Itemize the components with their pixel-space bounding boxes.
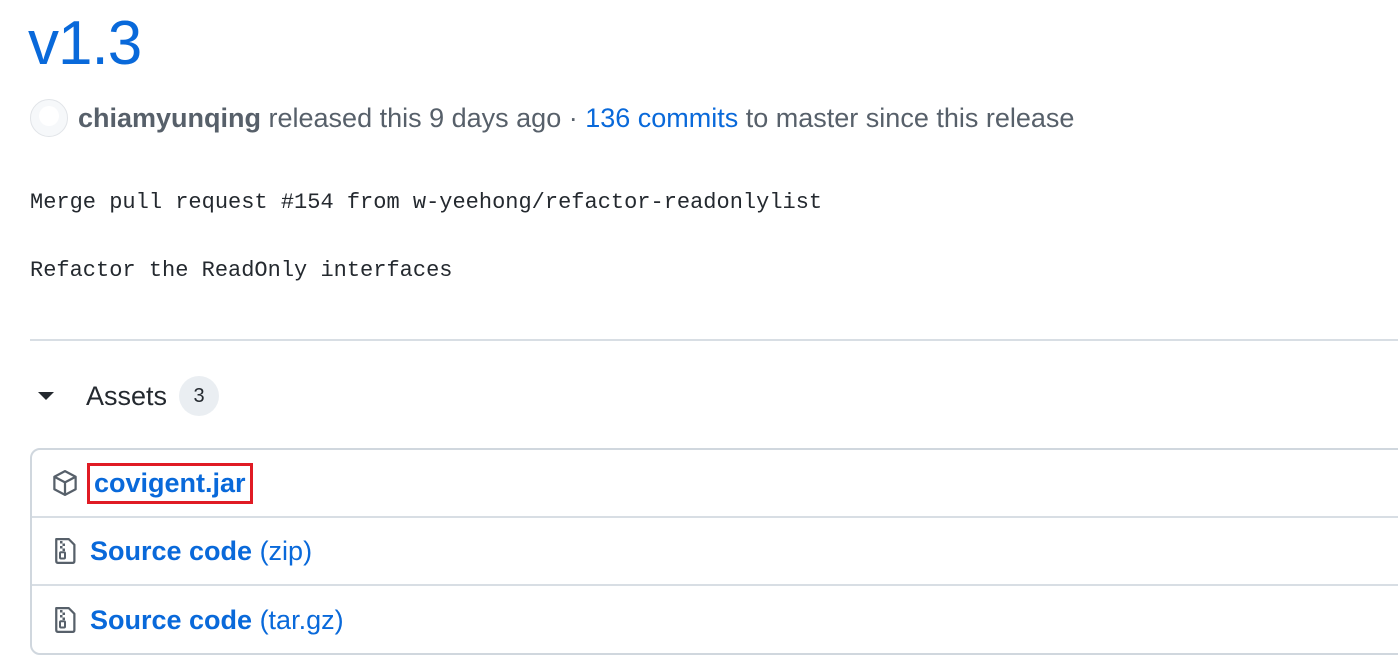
caret-down-icon (38, 392, 54, 400)
divider (30, 339, 1398, 341)
asset-name: covigent.jar (94, 467, 246, 498)
release-title[interactable]: v1.3 (28, 6, 142, 82)
asset-suffix: (tar.gz) (252, 604, 344, 635)
asset-row: covigent.jar (32, 450, 1398, 518)
asset-row: Source code (zip) (32, 518, 1398, 586)
released-text: released this 9 days ago · (261, 102, 586, 133)
file-zip-icon (55, 607, 76, 633)
commits-link[interactable]: 136 commits (585, 103, 738, 134)
assets-label: Assets (86, 380, 168, 411)
assets-toggle[interactable]: Assets 3 (30, 373, 220, 419)
asset-link-source-zip[interactable]: Source code (zip) (90, 536, 312, 567)
asset-name: Source code (90, 535, 253, 566)
release-meta: chiamyunqing released this 9 days ago · … (30, 98, 1074, 138)
asset-name: Source code (90, 604, 253, 635)
asset-link-covigent-jar[interactable]: covigent.jar (87, 462, 253, 504)
asset-link-source-targz[interactable]: Source code (tar.gz) (90, 605, 344, 636)
commits-suffix: to master since this release (738, 102, 1075, 133)
avatar[interactable] (30, 99, 68, 137)
asset-suffix: (zip) (252, 535, 313, 566)
release-body-line-2: Refactor the ReadOnly interfaces (30, 258, 453, 283)
release-card: v1.3 chiamyunqing released this 9 days a… (0, 0, 1398, 658)
assets-count-badge: 3 (179, 376, 220, 416)
assets-list: covigent.jar Source code (zip) Source co… (30, 448, 1398, 655)
asset-row: Source code (tar.gz) (32, 586, 1398, 653)
author-link[interactable]: chiamyunqing (78, 103, 261, 134)
package-icon (53, 470, 77, 496)
release-body-line-1: Merge pull request #154 from w-yeehong/r… (30, 190, 823, 215)
file-zip-icon (55, 538, 76, 564)
